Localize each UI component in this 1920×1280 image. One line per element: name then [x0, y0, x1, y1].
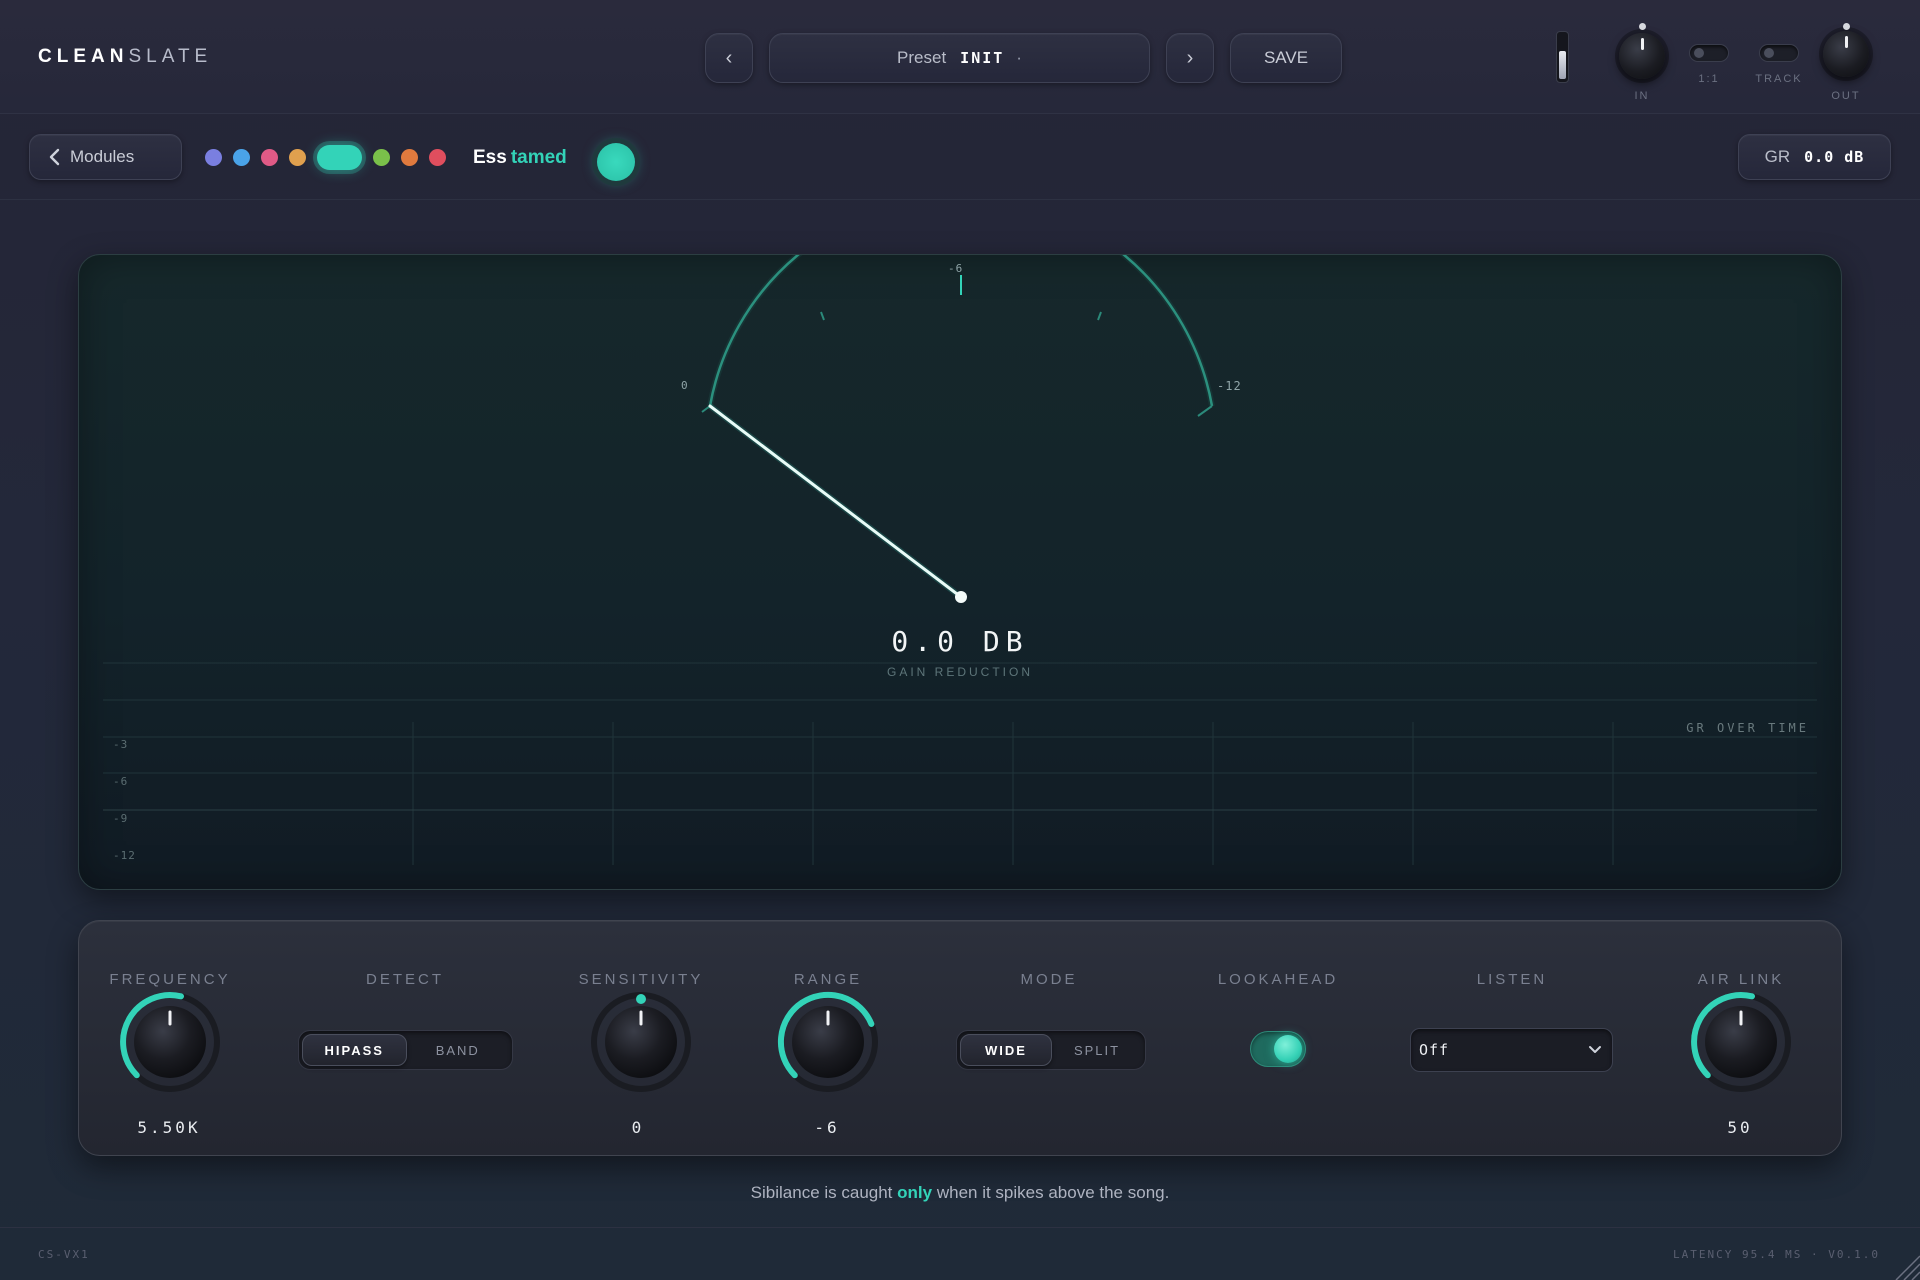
needle-pivot	[955, 591, 967, 603]
listen-select[interactable]: Off	[1410, 1028, 1613, 1072]
top-bar: CLEANSLATE ‹ Preset INIT · › SAVE IN 1:1…	[0, 0, 1920, 114]
output-level-meter	[1556, 31, 1569, 83]
color-swatch[interactable]	[261, 149, 278, 166]
save-button[interactable]: SAVE	[1230, 33, 1342, 83]
sensitivity-value: 0	[631, 1118, 645, 1137]
detect-hipass-option[interactable]: HIPASS	[302, 1034, 407, 1066]
preset-selector[interactable]: Preset INIT ·	[769, 33, 1150, 83]
resize-grip-icon[interactable]	[1886, 1246, 1920, 1280]
listen-selected-value: Off	[1419, 1041, 1450, 1059]
meter-scale-max: -12	[1217, 379, 1242, 393]
gr-value: 0.0 dB	[1804, 148, 1865, 166]
frequency-knob[interactable]	[118, 990, 222, 1094]
color-swatch[interactable]	[233, 149, 250, 166]
air-link-value: 50	[1727, 1118, 1753, 1137]
sensitivity-label: SENSITIVITY	[578, 971, 704, 988]
app-logo: CLEANSLATE	[38, 46, 212, 68]
air-link-label: AIR LINK	[1697, 971, 1785, 988]
frequency-label: FREQUENCY	[109, 971, 231, 988]
meter-graphics	[103, 255, 1817, 865]
detect-label: DETECT	[366, 971, 444, 988]
gr-over-time-label: GR OVER TIME	[1686, 721, 1809, 735]
lookahead-toggle[interactable]	[1250, 1031, 1306, 1067]
mode-split-option[interactable]: SPLIT	[1052, 1034, 1142, 1066]
air-link-knob[interactable]	[1689, 990, 1793, 1094]
caption-text: when it spikes above the song.	[936, 1183, 1170, 1202]
module-title-main: Ess	[473, 147, 507, 168]
chevron-left-icon: ‹	[725, 46, 733, 69]
input-gain-knob[interactable]	[1619, 23, 1665, 79]
color-swatch[interactable]	[205, 149, 222, 166]
ratio-toggle[interactable]	[1689, 44, 1729, 62]
prev-preset-button[interactable]: ‹	[705, 33, 753, 83]
range-value: -6	[814, 1118, 840, 1137]
graph-tick-label: -12	[113, 849, 136, 862]
module-power-button[interactable]	[597, 143, 635, 181]
module-bar: Modules Ess tamed GR 0.0 dB	[0, 114, 1920, 200]
mode-segmented-control: WIDE SPLIT	[956, 1030, 1146, 1070]
mode-label: MODE	[1020, 971, 1078, 988]
meter-scale-mid: -6	[948, 262, 964, 275]
range-label: RANGE	[793, 971, 863, 988]
chevron-down-icon	[1589, 1046, 1601, 1053]
output-gain-knob[interactable]	[1823, 23, 1869, 77]
module-title: Ess tamed	[473, 147, 567, 169]
meter-tick-12	[1197, 405, 1213, 417]
modules-label: Modules	[70, 147, 135, 166]
caption-text: Sibilance is caught	[750, 1183, 893, 1202]
toggle-thumb	[1274, 1035, 1302, 1063]
meter-display: 0 -6 -12 0.0 DB GAIN REDUCTION GR OVER T…	[78, 254, 1842, 890]
graph-tick-label: -6	[113, 775, 129, 788]
preset-name: INIT	[960, 49, 1005, 67]
sensitivity-knob[interactable]	[589, 990, 693, 1094]
color-swatch[interactable]	[317, 145, 362, 170]
meter-tick-9	[1097, 311, 1102, 321]
range-knob[interactable]	[776, 990, 880, 1094]
mode-wide-option[interactable]: WIDE	[960, 1034, 1052, 1066]
logo-light-text: SLATE	[128, 46, 213, 67]
track-label: TRACK	[1755, 73, 1803, 85]
detect-segmented-control: HIPASS BAND	[298, 1030, 513, 1070]
next-preset-button[interactable]: ›	[1166, 33, 1214, 83]
gain-reduction-value: 0.0 DB	[891, 625, 1029, 658]
gain-reduction-label: GAIN REDUCTION	[886, 665, 1033, 679]
gain-reduction-readout: GR 0.0 dB	[1738, 134, 1891, 180]
module-title-accent: tamed	[510, 147, 567, 168]
color-swatch[interactable]	[289, 149, 306, 166]
meter-tick-3	[820, 311, 825, 321]
caption-accent: only	[897, 1183, 933, 1202]
output-gain-label: OUT	[1831, 90, 1861, 102]
logo-bold-text: CLEAN	[38, 46, 129, 67]
save-label: SAVE	[1263, 48, 1309, 67]
gr-graph-grid	[103, 662, 1817, 865]
chevron-left-icon	[49, 148, 60, 166]
color-swatch[interactable]	[373, 149, 390, 166]
track-toggle[interactable]	[1759, 44, 1799, 62]
modules-back-button[interactable]: Modules	[29, 134, 182, 180]
gr-label: GR	[1764, 147, 1791, 166]
preset-label: Preset	[897, 48, 947, 67]
lookahead-label: LOOKAHEAD	[1217, 971, 1339, 988]
listen-label: LISTEN	[1476, 971, 1548, 988]
input-gain-label: IN	[1634, 90, 1650, 102]
ratio-label: 1:1	[1698, 73, 1720, 85]
preset-modified-indicator: ·	[1016, 48, 1022, 67]
color-swatch[interactable]	[429, 149, 446, 166]
chevron-right-icon: ›	[1186, 46, 1194, 69]
footer: CS-VX1 LATENCY 95.4 MS · V0.1.0	[0, 1227, 1920, 1280]
frequency-value: 5.50K	[137, 1118, 201, 1137]
product-code: CS-VX1	[38, 1248, 90, 1261]
latency-version: LATENCY 95.4 MS · V0.1.0	[1673, 1248, 1880, 1261]
color-swatch[interactable]	[401, 149, 418, 166]
graph-tick-label: -3	[113, 738, 129, 751]
meter-needle	[708, 404, 963, 599]
module-caption: Sibilance is caught only when it spikes …	[0, 1183, 1920, 1203]
graph-tick-label: -9	[113, 812, 129, 825]
meter-scale-0: 0	[681, 379, 688, 392]
detect-band-option[interactable]: BAND	[407, 1034, 510, 1066]
